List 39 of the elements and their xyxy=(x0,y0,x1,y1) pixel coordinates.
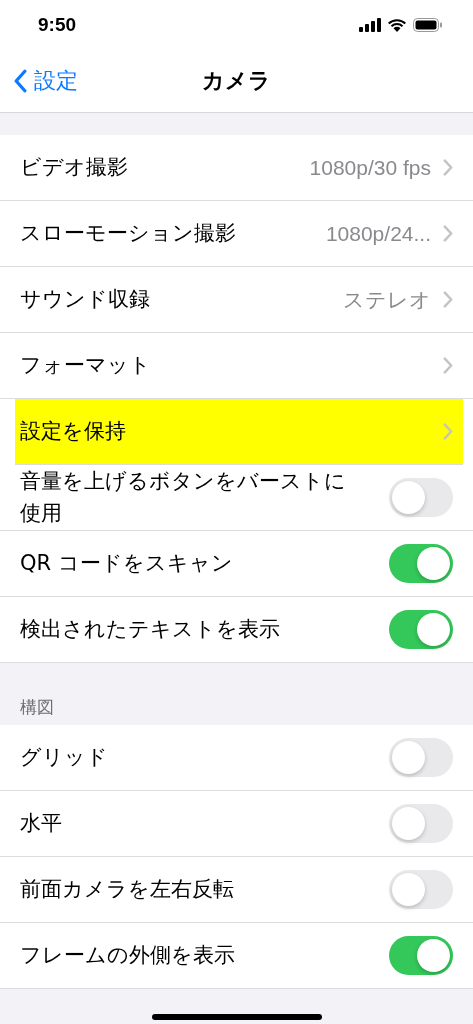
toggle-switch[interactable] xyxy=(389,610,453,649)
setting-label: 設定を保持 xyxy=(20,417,126,445)
battery-icon xyxy=(413,18,443,32)
setting-label: 検出されたテキストを表示 xyxy=(20,615,280,643)
setting-value: 1080p/30 fps xyxy=(309,155,431,180)
back-chevron-icon xyxy=(14,69,27,93)
setting-label: スローモーション撮影 xyxy=(20,219,236,247)
setting-label: QR コードをスキャン xyxy=(20,549,233,577)
chevron-icon xyxy=(443,291,453,308)
chevron-icon xyxy=(443,357,453,374)
setting-label: 水平 xyxy=(20,809,62,837)
signal-icon xyxy=(359,18,381,32)
toggle-switch[interactable] xyxy=(389,544,453,583)
toggle-switch[interactable] xyxy=(389,870,453,909)
setting-label: 前面カメラを左右反転 xyxy=(20,875,234,903)
settings-row[interactable]: 設定を保持 xyxy=(15,399,463,465)
setting-value: ステレオ xyxy=(343,286,431,313)
page-title: カメラ xyxy=(202,67,271,95)
settings-row[interactable]: スローモーション撮影 1080p/24... xyxy=(0,201,473,267)
chevron-icon xyxy=(443,159,453,176)
toggle-switch[interactable] xyxy=(389,478,453,517)
wifi-icon xyxy=(387,18,407,32)
status-time: 9:50 xyxy=(38,14,77,36)
toggle-switch[interactable] xyxy=(389,936,453,975)
setting-label: 音量を上げるボタンをバーストに使用 xyxy=(20,468,347,527)
back-button[interactable]: 設定 xyxy=(12,64,80,98)
section-header: 構図 xyxy=(19,696,55,719)
setting-value: 1080p/24... xyxy=(325,221,431,246)
setting-label: フレームの外側を表示 xyxy=(20,941,235,969)
setting-label: サウンド収録 xyxy=(20,285,150,313)
setting-label: フォーマット xyxy=(20,351,151,379)
setting-label: グリッド xyxy=(20,743,108,771)
toggle-switch[interactable] xyxy=(389,804,453,843)
settings-row[interactable]: サウンド収録 ステレオ xyxy=(0,267,473,333)
settings-row[interactable]: ビデオ撮影 1080p/30 fps xyxy=(0,135,473,201)
chevron-icon xyxy=(443,225,453,242)
chevron-icon xyxy=(443,423,453,440)
setting-label: ビデオ撮影 xyxy=(20,153,128,181)
toggle-switch[interactable] xyxy=(389,738,453,777)
